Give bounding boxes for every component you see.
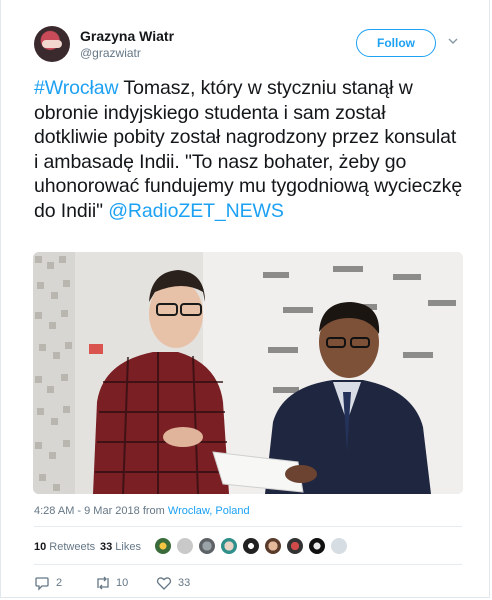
liker-avatar[interactable]	[198, 537, 216, 555]
heart-icon	[156, 577, 172, 590]
mention-link[interactable]: @RadioZET_NEWS	[108, 200, 284, 222]
retweet-icon	[97, 576, 109, 590]
photo-scene	[33, 252, 463, 494]
tweet-actions: 2 10 33	[34, 573, 464, 593]
liker-avatar[interactable]	[220, 537, 238, 555]
hashtag-link[interactable]: #Wrocław	[34, 77, 119, 99]
likes-label: Likes	[112, 541, 141, 553]
tweet-header: Grazyna Wiatr @grazwiatr Follow	[34, 26, 474, 66]
liker-avatar[interactable]	[176, 537, 194, 555]
liker-avatar[interactable]	[154, 537, 172, 555]
chevron-down-icon[interactable]	[448, 36, 458, 46]
user-handle[interactable]: @grazwiatr	[80, 46, 141, 60]
engagement-stats: 10 Retweets 33 Likes	[34, 535, 464, 559]
display-name[interactable]: Grazyna Wiatr	[80, 28, 174, 44]
timestamp-time[interactable]: 4:28 AM - 9 Mar 2018 from	[34, 505, 168, 517]
divider	[34, 526, 462, 527]
retweets-label: Retweets	[46, 541, 96, 553]
retweets-count: 10	[34, 541, 47, 553]
liker-avatar[interactable]	[330, 537, 348, 555]
tweet-timestamp: 4:28 AM - 9 Mar 2018 from Wroclaw, Polan…	[34, 505, 250, 517]
tweet-card: Grazyna Wiatr @grazwiatr Follow #Wrocław…	[0, 0, 490, 598]
reply-count: 2	[56, 577, 63, 589]
divider	[34, 564, 462, 565]
location-link[interactable]: Wroclaw, Poland	[168, 505, 250, 517]
likes-stat[interactable]: 33 Likes	[100, 541, 141, 553]
avatar[interactable]	[34, 26, 70, 62]
tweet-text: #Wrocław Tomasz, który w styczniu stanął…	[34, 76, 464, 223]
likes-count: 33	[100, 541, 113, 553]
liker-avatar[interactable]	[308, 537, 326, 555]
reply-icon	[35, 577, 49, 591]
liker-avatar[interactable]	[286, 537, 304, 555]
tweet-photo[interactable]	[33, 252, 463, 494]
liker-avatar[interactable]	[264, 537, 282, 555]
retweet-count: 10	[116, 577, 129, 589]
like-count: 33	[178, 577, 191, 589]
liker-avatar[interactable]	[242, 537, 260, 555]
retweets-stat[interactable]: 10 Retweets	[34, 541, 95, 553]
follow-button[interactable]: Follow	[356, 29, 436, 57]
